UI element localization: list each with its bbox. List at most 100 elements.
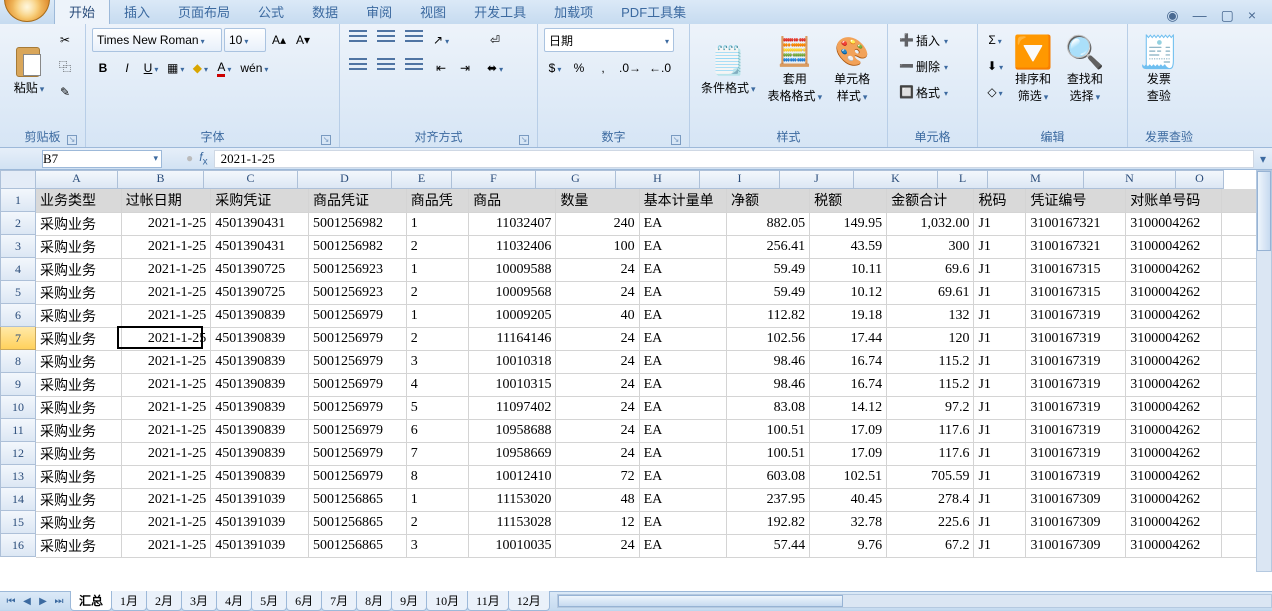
row-header[interactable]: 15 xyxy=(0,511,36,534)
wrap-text-button[interactable]: ⏎ xyxy=(482,28,508,52)
cell[interactable]: 3100004262 xyxy=(1126,212,1222,235)
cell[interactable]: J1 xyxy=(974,419,1026,442)
cell[interactable]: 2 xyxy=(406,511,468,534)
column-header[interactable]: B xyxy=(118,170,204,189)
cell[interactable]: 采购业务 xyxy=(36,350,121,373)
fx-icon[interactable]: fx xyxy=(199,150,207,167)
cell[interactable]: 2021-1-25 xyxy=(121,235,210,258)
cell[interactable]: 3100167319 xyxy=(1026,304,1126,327)
format-painter-button[interactable]: ✎ xyxy=(54,80,76,104)
cell[interactable]: 11153028 xyxy=(469,511,556,534)
decrease-decimal-button[interactable]: ←.0 xyxy=(646,56,674,80)
horizontal-scrollbar[interactable] xyxy=(557,594,1272,608)
cell[interactable]: 24 xyxy=(556,419,639,442)
fill-button[interactable]: ⬇ xyxy=(984,54,1006,78)
cell[interactable]: 3100004262 xyxy=(1126,350,1222,373)
cell[interactable]: 采购业务 xyxy=(36,373,121,396)
format-as-table-button[interactable]: 🧮 套用 表格格式 xyxy=(763,28,828,112)
sheet-tab[interactable]: 7月 xyxy=(321,591,357,611)
row-header[interactable]: 16 xyxy=(0,534,36,557)
cell[interactable]: J1 xyxy=(974,534,1026,557)
cancel-formula-icon[interactable]: ● xyxy=(186,151,193,165)
cell[interactable]: 3 xyxy=(406,350,468,373)
cell[interactable]: 3100004262 xyxy=(1126,419,1222,442)
cell[interactable]: 120 xyxy=(887,327,974,350)
cell[interactable]: 5001256923 xyxy=(308,258,406,281)
cell[interactable]: 256.41 xyxy=(726,235,809,258)
cell[interactable]: 5001256923 xyxy=(308,281,406,304)
cell[interactable]: 采购业务 xyxy=(36,488,121,511)
tab-home[interactable]: 开始 xyxy=(54,0,110,24)
cell[interactable]: 97.2 xyxy=(887,396,974,419)
currency-button[interactable]: $ xyxy=(544,56,566,80)
cell[interactable]: 4501390431 xyxy=(211,235,309,258)
table-header-cell[interactable]: 对账单号码 xyxy=(1126,189,1222,212)
cell[interactable]: 300 xyxy=(887,235,974,258)
cell[interactable]: 采购业务 xyxy=(36,281,121,304)
spreadsheet-grid[interactable]: ABCDEFGHIJKLMNO 12345678910111213141516 … xyxy=(0,170,1272,591)
cell[interactable]: 2021-1-25 xyxy=(121,350,210,373)
bold-button[interactable]: B xyxy=(92,56,114,80)
cell[interactable]: 9.76 xyxy=(810,534,887,557)
cell[interactable]: J1 xyxy=(974,258,1026,281)
cell[interactable]: 10958688 xyxy=(469,419,556,442)
clipboard-launcher[interactable]: ↘ xyxy=(67,135,77,145)
cell[interactable]: 100.51 xyxy=(726,442,809,465)
cell-styles-button[interactable]: 🎨 单元格 样式 xyxy=(829,28,875,112)
cell[interactable]: 4501390839 xyxy=(211,465,309,488)
cell[interactable]: 4501391039 xyxy=(211,488,309,511)
tab-pdf[interactable]: PDF工具集 xyxy=(607,0,700,24)
cell[interactable]: EA xyxy=(639,327,726,350)
tab-insert[interactable]: 插入 xyxy=(110,0,164,24)
italic-button[interactable]: I xyxy=(116,56,138,80)
cell[interactable]: 43.59 xyxy=(810,235,887,258)
cell[interactable]: J1 xyxy=(974,465,1026,488)
cell[interactable]: J1 xyxy=(974,396,1026,419)
cell[interactable]: 24 xyxy=(556,396,639,419)
cell[interactable]: 10.11 xyxy=(810,258,887,281)
copy-button[interactable]: ⿻ xyxy=(54,54,76,78)
cell[interactable]: 5001256979 xyxy=(308,442,406,465)
column-header[interactable]: A xyxy=(36,170,118,189)
cell[interactable]: 5001256865 xyxy=(308,534,406,557)
cell[interactable]: 5 xyxy=(406,396,468,419)
cell[interactable]: 2021-1-25 xyxy=(121,488,210,511)
font-size-box[interactable]: 10 xyxy=(224,28,266,52)
cell[interactable]: EA xyxy=(639,212,726,235)
paste-button[interactable]: 粘贴 xyxy=(6,28,52,112)
cell[interactable]: 3100167309 xyxy=(1026,488,1126,511)
cell[interactable]: 40 xyxy=(556,304,639,327)
cell[interactable]: 83.08 xyxy=(726,396,809,419)
table-header-cell[interactable]: 过帐日期 xyxy=(121,189,210,212)
cell[interactable]: 2021-1-25 xyxy=(121,327,210,350)
column-header[interactable]: L xyxy=(938,170,988,189)
cell[interactable]: 采购业务 xyxy=(36,327,121,350)
cell[interactable]: EA xyxy=(639,235,726,258)
table-header-cell[interactable]: 商品凭 xyxy=(406,189,468,212)
cell[interactable]: 100 xyxy=(556,235,639,258)
cell[interactable]: 2021-1-25 xyxy=(121,396,210,419)
cell[interactable]: 2021-1-25 xyxy=(121,373,210,396)
cell[interactable]: 8 xyxy=(406,465,468,488)
cell[interactable]: 24 xyxy=(556,373,639,396)
cell[interactable]: EA xyxy=(639,396,726,419)
column-header[interactable]: G xyxy=(536,170,616,189)
cell[interactable]: 4501390725 xyxy=(211,281,309,304)
sheet-tab[interactable]: 4月 xyxy=(216,591,252,611)
cell[interactable]: 11097402 xyxy=(469,396,556,419)
cell[interactable]: 1 xyxy=(406,212,468,235)
cell[interactable]: 2 xyxy=(406,327,468,350)
cell[interactable]: 4501390839 xyxy=(211,327,309,350)
expand-formula-bar-icon[interactable]: ▾ xyxy=(1254,152,1272,166)
cell[interactable]: 115.2 xyxy=(887,350,974,373)
help-icon[interactable]: ◉ xyxy=(1166,7,1178,24)
formula-input[interactable]: 2021-1-25 xyxy=(214,150,1254,168)
cell[interactable]: 102.51 xyxy=(810,465,887,488)
cell[interactable]: 1 xyxy=(406,258,468,281)
cell[interactable]: 3100004262 xyxy=(1126,396,1222,419)
cell[interactable]: 3100004262 xyxy=(1126,304,1222,327)
cell[interactable]: 603.08 xyxy=(726,465,809,488)
cell[interactable]: 24 xyxy=(556,534,639,557)
table-header-cell[interactable]: 商品 xyxy=(469,189,556,212)
cell[interactable]: 112.82 xyxy=(726,304,809,327)
